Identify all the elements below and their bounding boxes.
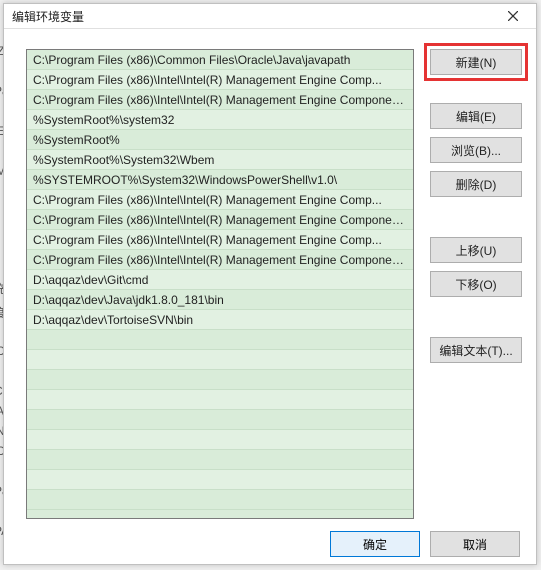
move-down-button[interactable]: 下移(O): [430, 271, 522, 297]
cancel-button[interactable]: 取消: [430, 531, 520, 557]
delete-button[interactable]: 删除(D): [430, 171, 522, 197]
edit-text-button[interactable]: 编辑文本(T)...: [430, 337, 522, 363]
list-item[interactable]: D:\aqqaz\dev\Java\jdk1.8.0_181\bin: [27, 290, 413, 310]
move-up-button[interactable]: 上移(U): [430, 237, 522, 263]
new-button[interactable]: 新建(N): [430, 49, 522, 75]
list-item[interactable]: C:\Program Files (x86)\Intel\Intel(R) Ma…: [27, 250, 413, 270]
close-button[interactable]: [498, 4, 528, 28]
dialog-content: C:\Program Files (x86)\Common Files\Orac…: [4, 29, 536, 531]
edit-env-var-dialog: 编辑环境变量 C:\Program Files (x86)\Common Fil…: [3, 3, 537, 565]
list-item[interactable]: D:\aqqaz\dev\TortoiseSVN\bin: [27, 310, 413, 330]
list-item[interactable]: %SYSTEMROOT%\System32\WindowsPowerShell\…: [27, 170, 413, 190]
list-item-empty[interactable]: [27, 410, 413, 430]
list-item[interactable]: D:\aqqaz\dev\Git\cmd: [27, 270, 413, 290]
list-item[interactable]: %SystemRoot%\system32: [27, 110, 413, 130]
list-item[interactable]: %SystemRoot%\System32\Wbem: [27, 150, 413, 170]
list-item[interactable]: C:\Program Files (x86)\Common Files\Orac…: [27, 50, 413, 70]
list-item[interactable]: C:\Program Files (x86)\Intel\Intel(R) Ma…: [27, 90, 413, 110]
ok-button[interactable]: 确定: [330, 531, 420, 557]
list-item[interactable]: %SystemRoot%: [27, 130, 413, 150]
titlebar: 编辑环境变量: [4, 4, 536, 29]
close-icon: [508, 11, 518, 21]
side-buttons: 新建(N) 编辑(E) 浏览(B)... 删除(D) 上移(U) 下移(O) 编…: [430, 49, 522, 519]
path-listbox[interactable]: C:\Program Files (x86)\Common Files\Orac…: [26, 49, 414, 519]
edit-button[interactable]: 编辑(E): [430, 103, 522, 129]
list-item[interactable]: C:\Program Files (x86)\Intel\Intel(R) Ma…: [27, 70, 413, 90]
list-item[interactable]: C:\Program Files (x86)\Intel\Intel(R) Ma…: [27, 190, 413, 210]
list-item-empty[interactable]: [27, 350, 413, 370]
list-item[interactable]: C:\Program Files (x86)\Intel\Intel(R) Ma…: [27, 230, 413, 250]
list-item-empty[interactable]: [27, 490, 413, 510]
list-item-empty[interactable]: [27, 390, 413, 410]
list-item-empty[interactable]: [27, 370, 413, 390]
list-item-empty[interactable]: [27, 330, 413, 350]
dialog-title: 编辑环境变量: [12, 8, 84, 25]
list-item[interactable]: C:\Program Files (x86)\Intel\Intel(R) Ma…: [27, 210, 413, 230]
browse-button[interactable]: 浏览(B)...: [430, 137, 522, 163]
list-item-empty[interactable]: [27, 450, 413, 470]
list-item-empty[interactable]: [27, 430, 413, 450]
bottom-bar: 确定 取消: [4, 531, 536, 567]
list-item-empty[interactable]: [27, 470, 413, 490]
